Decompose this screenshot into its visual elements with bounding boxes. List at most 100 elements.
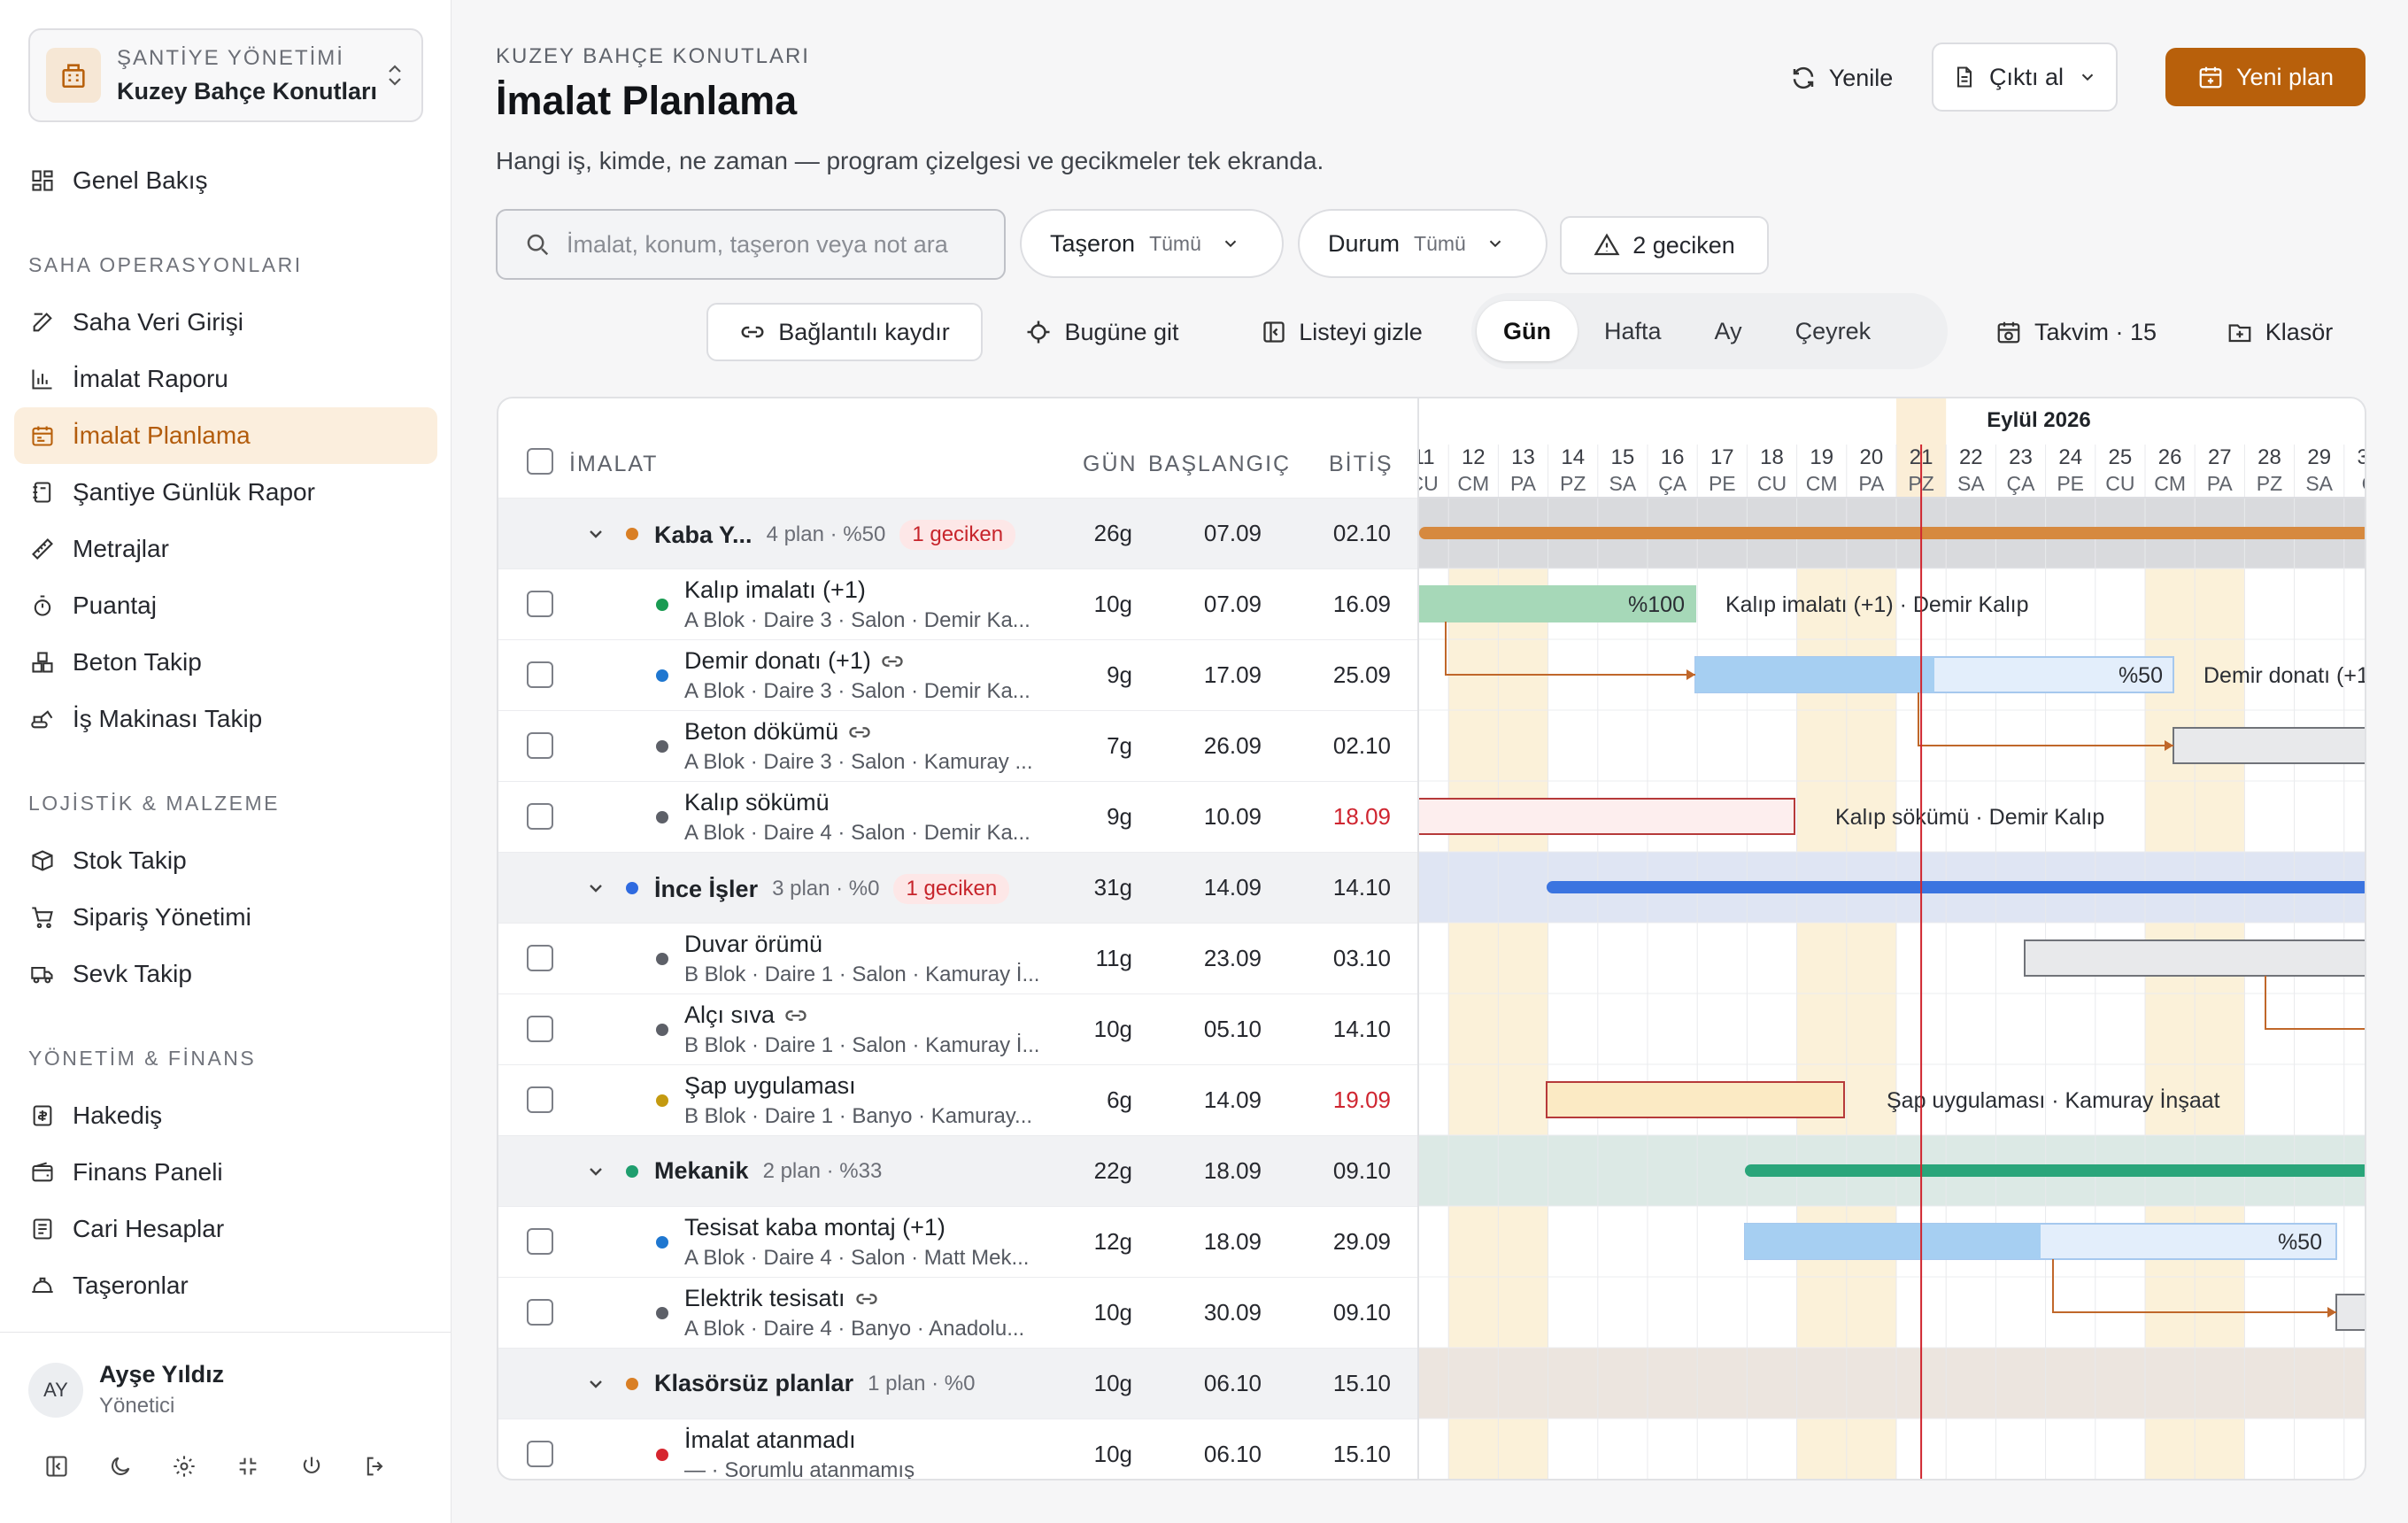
sidebar-item-sevk[interactable]: Sevk Takip <box>14 946 437 1002</box>
sidebar-item-stok-takip[interactable]: Stok Takip <box>14 832 437 889</box>
start-date: 18.09 <box>1203 1228 1262 1255</box>
calendar-button[interactable]: Takvim · 15 <box>1983 303 2169 361</box>
sidebar-item-finans[interactable]: Finans Paneli <box>14 1144 437 1201</box>
task-title: Beton dökümü <box>684 718 872 746</box>
hide-list-button[interactable]: Listeyi gizle <box>1246 303 1438 361</box>
sidebar-item-is-makinasi[interactable]: İş Makinası Takip <box>14 691 437 747</box>
row-checkbox[interactable] <box>527 945 553 971</box>
folder-button[interactable]: Klasör <box>2213 303 2346 361</box>
weekday-label: CU <box>1757 472 1787 495</box>
task-row[interactable]: Şap uygulaması B Blok · Daire 1 · Banyo ·… <box>498 1064 1417 1135</box>
task-row[interactable]: Kalıp sökümü A Blok · Daire 4 · Salon · D… <box>498 781 1417 852</box>
start-date: 18.09 <box>1203 1157 1262 1184</box>
weekday-label: SA <box>1609 472 1637 495</box>
task-row[interactable]: Tesisat kaba montaj (+1) A Blok · Daire 4… <box>498 1206 1417 1277</box>
export-button[interactable]: Çıktı al <box>1932 43 2118 112</box>
status-dot <box>656 1024 668 1036</box>
warning-icon <box>1594 232 1620 259</box>
user-card[interactable]: AY Ayşe Yıldız Yönetici <box>28 1361 224 1419</box>
sidebar-item-label: Puantaj <box>73 591 157 619</box>
sidebar-item-gunluk-rapor[interactable]: Şantiye Günlük Rapor <box>14 464 437 521</box>
power-icon[interactable] <box>296 1450 328 1482</box>
task-row[interactable]: Duvar örümü B Blok · Daire 1 · Salon · Ka… <box>498 923 1417 993</box>
search-field[interactable] <box>496 209 1006 280</box>
row-checkbox[interactable] <box>527 1441 553 1467</box>
logout-icon[interactable] <box>359 1450 391 1482</box>
task-row[interactable]: İmalat atanmadı — · Sorumlu atanmamış 10g 0… <box>498 1419 1417 1479</box>
task-row[interactable]: Elektrik tesisatı A Blok · Daire 4 · Bany… <box>498 1277 1417 1348</box>
linked-scroll-button[interactable]: Bağlantılı kaydır <box>706 303 983 361</box>
sidebar-item-puantaj[interactable]: Puantaj <box>14 577 437 634</box>
task-row[interactable]: Beton dökümü A Blok · Daire 3 · Salon · K… <box>498 710 1417 781</box>
day-number: 19 <box>1810 445 1833 469</box>
hide-list-label: Listeyi gizle <box>1299 318 1423 345</box>
sidebar-item-taseronlar[interactable]: Taşeronlar <box>14 1257 437 1314</box>
gantt-canvas[interactable]: Eylül 2026 11 CU 12 CM 13 PA 14 PZ 15 SA 16 ÇA 17 PE 18… <box>1419 398 2366 1480</box>
row-checkbox[interactable] <box>527 803 553 830</box>
row-checkbox[interactable] <box>527 1299 553 1326</box>
group-row[interactable]: İnce İşler 3 plan · %0 1 geciken 31g 14.09 14… <box>498 852 1417 923</box>
status-filter[interactable]: Durum Tümü <box>1298 209 1547 278</box>
task-row[interactable]: Kalıp imalatı (+1) A Blok · Daire 3 · Sal… <box>498 568 1417 639</box>
sidebar-item-cari[interactable]: Cari Hesaplar <box>14 1201 437 1257</box>
row-checkbox[interactable] <box>527 661 553 688</box>
chevron-down-icon[interactable] <box>585 877 606 899</box>
scale-quarter[interactable]: Çeyrek <box>1769 301 1898 361</box>
subcontractor-filter[interactable]: Taşeron Tümü <box>1020 209 1284 278</box>
sidebar-item-overview[interactable]: Genel Bakış <box>14 152 437 209</box>
end-date: 09.10 <box>1332 1157 1391 1184</box>
chevron-down-icon[interactable] <box>585 523 606 545</box>
scale-month[interactable]: Ay <box>1688 301 1769 361</box>
sidebar-item-imalat-raporu[interactable]: İmalat Raporu <box>14 351 437 407</box>
ruler-icon <box>28 535 57 563</box>
row-checkbox[interactable] <box>527 591 553 617</box>
day-number: 30 <box>2358 445 2366 469</box>
sidebar-item-hakedis[interactable]: Hakediş <box>14 1087 437 1144</box>
day-number: 28 <box>2258 445 2281 469</box>
search-input[interactable] <box>567 230 983 259</box>
sidebar-item-siparis[interactable]: Sipariş Yönetimi <box>14 889 437 946</box>
task-row[interactable]: Alçı sıva B Blok · Daire 1 · Salon · Kamu… <box>498 993 1417 1064</box>
page-title: İmalat Planlama <box>496 78 798 123</box>
sidebar-item-imalat-planlama[interactable]: İmalat Planlama <box>14 407 437 464</box>
gantt-chart[interactable]: Eylül 2026 11 CU 12 CM 13 PA 14 PZ 15 SA 16 ÇA 17 PE 18… <box>1417 398 2366 1480</box>
group-row[interactable]: Mekanik 2 plan · %33 22g 18.09 09.10 <box>498 1135 1417 1206</box>
delayed-filter-button[interactable]: 2 geciken <box>1560 216 1769 274</box>
select-all-checkbox[interactable] <box>527 448 553 475</box>
weekend-cell <box>2195 568 2245 639</box>
sidebar-item-label: Sevk Takip <box>73 960 192 987</box>
days-value: 9g <box>1107 803 1132 830</box>
moon-icon[interactable] <box>104 1450 136 1482</box>
chevron-down-icon[interactable] <box>585 1373 606 1395</box>
scale-week[interactable]: Hafta <box>1578 301 1688 361</box>
group-meta: 1 plan · %0 <box>868 1371 976 1395</box>
go-today-button[interactable]: Bugüne git <box>1009 303 1195 361</box>
task-row[interactable]: Demir donatı (+1) A Blok · Daire 3 · Salo… <box>498 639 1417 710</box>
scale-day[interactable]: Gün <box>1477 301 1578 361</box>
task-bar-kalip-sokumu <box>1419 798 1795 835</box>
gear-icon[interactable] <box>168 1450 200 1482</box>
sidebar-item-beton-takip[interactable]: Beton Takip <box>14 634 437 691</box>
group-name: Kaba Y... <box>654 521 752 548</box>
row-checkbox[interactable] <box>527 732 553 759</box>
weekday-label: CM <box>1457 472 1489 495</box>
collapse-sidebar-icon[interactable] <box>41 1450 73 1482</box>
minimize-icon[interactable] <box>232 1450 264 1482</box>
group-row[interactable]: Klasörsüz planlar 1 plan · %0 10g 06.10 15.1… <box>498 1348 1417 1419</box>
weekend-cell <box>1796 1419 1847 1479</box>
row-checkbox[interactable] <box>527 1016 553 1042</box>
days-value: 10g <box>1093 1299 1132 1326</box>
weekend-cell <box>1448 993 1499 1064</box>
sidebar-item-saha-veri[interactable]: Saha Veri Girişi <box>14 294 437 351</box>
group-row[interactable]: Kaba Y... 4 plan · %50 1 geciken 26g 07.09 02… <box>498 498 1417 568</box>
sidebar-item-label: Metrajlar <box>73 535 169 562</box>
row-checkbox[interactable] <box>527 1228 553 1255</box>
chevron-down-icon[interactable] <box>585 1161 606 1182</box>
sidebar-item-metrajlar[interactable]: Metrajlar <box>14 521 437 577</box>
refresh-button[interactable]: Yenile <box>1771 50 1912 106</box>
row-checkbox[interactable] <box>527 1086 553 1113</box>
new-plan-button[interactable]: Yeni plan <box>2165 48 2366 106</box>
dashboard-icon <box>28 166 57 195</box>
weekday-label: ÇA <box>1658 472 1687 495</box>
project-selector[interactable]: ŞANTİYE YÖNETİMİ Kuzey Bahçe Konutları <box>28 28 423 122</box>
